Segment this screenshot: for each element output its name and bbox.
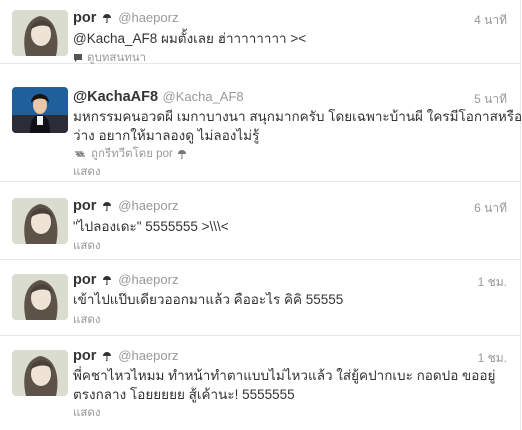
author-handle[interactable]: @haeporz [118, 272, 178, 287]
author-name[interactable]: por [73, 348, 96, 364]
action-label: ดูบทสนทนา [87, 52, 147, 64]
tweet-item[interactable]: por @haeporz 4 นาที @Kacha_AF8 ผมตั้งเลย… [0, 0, 521, 64]
author-name[interactable]: por [73, 272, 96, 288]
tweet-text: พี่คชาไหวไหมม ทำหน้าทำตาแบบไม่ไหวแล้ว ใส… [73, 368, 496, 383]
tweet-item[interactable]: por @haeporz 1 ชม. เข้าไปแป๊บเดียวออกมาแ… [0, 260, 521, 336]
author-handle[interactable]: @haeporz [118, 10, 178, 25]
umbrella-icon [178, 149, 187, 159]
tweet-text: "ไปลองเดะ" 5555555 >\\\< [73, 219, 229, 234]
tweet-text: ว่าง อยากให้มาลองดู ไม่ลองไม่รู้ [73, 128, 260, 143]
avatar[interactable] [12, 274, 68, 320]
avatar[interactable] [12, 10, 68, 56]
conversation-icon [74, 53, 82, 62]
timestamp[interactable]: 4 นาที [474, 11, 507, 30]
expand-link[interactable]: แสดง [73, 311, 101, 329]
tweet-item[interactable]: @KachaAF8 @Kacha_AF8 5 นาที มหกรรมคนอวดผ… [0, 64, 522, 182]
tweet-item[interactable]: por @haeporz 6 นาที "ไปลองเดะ" 5555555 >… [0, 182, 521, 260]
umbrella-icon [102, 275, 111, 285]
author-handle[interactable]: @haeporz [118, 348, 178, 363]
retweet-label: ถูกรีทวีตโดย por [91, 148, 173, 160]
avatar[interactable] [12, 87, 68, 133]
expand-link[interactable]: แสดง [73, 404, 101, 422]
author-name[interactable]: por [73, 10, 96, 26]
avatar[interactable] [12, 198, 68, 244]
umbrella-icon [102, 13, 111, 23]
timestamp[interactable]: 1 ชม. [478, 273, 507, 292]
expand-link[interactable]: แสดง [73, 163, 101, 181]
tweet-text: เข้าไปแป๊บเดียวออกมาแล้ว คืออะไร คิคิ 55… [73, 292, 344, 307]
retweet-note[interactable]: ถูกรีทวีตโดย por [73, 145, 189, 163]
author-handle[interactable]: @haeporz [118, 198, 178, 213]
avatar[interactable] [12, 350, 68, 396]
author-name[interactable]: @KachaAF8 [73, 89, 158, 105]
timestamp[interactable]: 6 นาที [474, 199, 507, 218]
umbrella-icon [102, 201, 111, 211]
tweet-text: มหกรรมคนอวดผี เมกาบางนา สนุกมากครับ โดยเ… [73, 109, 522, 124]
retweet-icon [75, 151, 85, 157]
umbrella-icon [102, 351, 111, 361]
author-handle[interactable]: @Kacha_AF8 [163, 89, 244, 104]
tweet-feed: por @haeporz 4 นาที @Kacha_AF8 ผมตั้งเลย… [0, 0, 522, 430]
author-name[interactable]: por [73, 198, 96, 214]
expand-link[interactable]: แสดง [73, 237, 101, 255]
tweet-text: ตรงกลาง โอยยยยย สู้เค้านะ! 5555555 [73, 387, 295, 402]
tweet-item[interactable]: por @haeporz 1 ชม. พี่คชาไหวไหมม ทำหน้าท… [0, 336, 521, 430]
tweet-text: @Kacha_AF8 ผมตั้งเลย ฮ่าาาาาาาา >< [73, 31, 307, 46]
